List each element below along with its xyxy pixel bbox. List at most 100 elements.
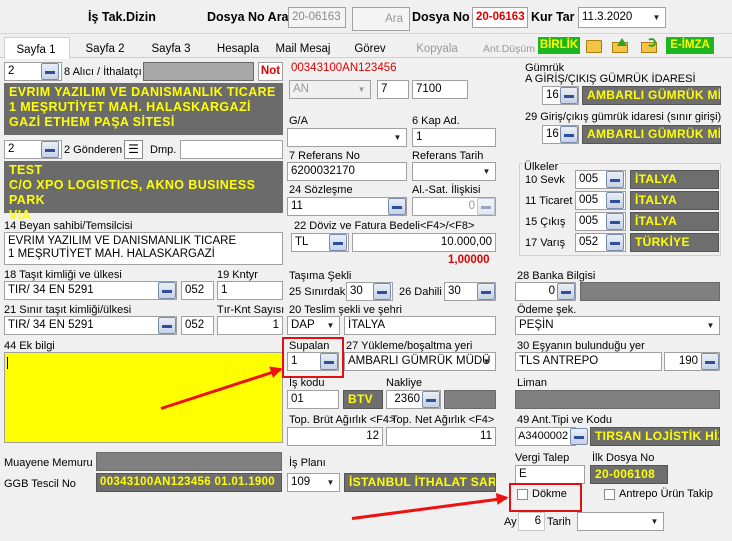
dosya-no-label: Dosya No (412, 10, 470, 24)
chevron-down-icon: ▼ (357, 85, 366, 94)
tab-sayfa-1[interactable]: Sayfa 1 (6, 41, 66, 59)
tasima-label: Taşıma Şekli (289, 270, 352, 282)
gonderen-address-block: TEST C/O XPO LOGISTICS, AKNO BUSINESS PAR… (4, 161, 283, 222)
sinir-tasit-lookup-button[interactable] (158, 317, 176, 334)
liman-field (515, 390, 720, 409)
ga-select[interactable]: ▼ (287, 128, 407, 147)
yukleme-value: AMBARLI GÜMRÜK MÜDÜ (348, 355, 491, 367)
kur-tar-select[interactable]: 11.3.2020 ▼ (578, 7, 666, 28)
annotation-arrow-dokme (351, 496, 507, 520)
tab-ant-dusum[interactable]: Ant.Düşüm (478, 40, 540, 58)
referans-tarih-select[interactable]: ▼ (412, 162, 496, 181)
ay-input[interactable]: 6 (518, 512, 545, 531)
ticaret-lookup-button[interactable] (606, 192, 624, 209)
alici-line-3: GAZİ ETHEM PAŞA SİTESİ (9, 115, 175, 129)
dokme-label: Dökme (532, 488, 567, 500)
esya-lookup-button[interactable] (701, 353, 719, 370)
ek-bilgi-textarea[interactable] (4, 352, 283, 443)
doviz-rate: 1,00000 (448, 254, 490, 266)
dokme-checkbox[interactable] (517, 489, 528, 500)
liman-label: Liman (517, 377, 547, 389)
sinirdaki-label: 25 Sınırdaki (289, 286, 348, 298)
tab-gorev[interactable]: Görev (345, 40, 395, 58)
e-imza-button[interactable]: E-İMZA (666, 37, 714, 54)
beyan-textarea[interactable]: EVRIM YAZILIM VE DANISMANLIK TICARE 1 MEŞ… (4, 232, 283, 265)
ga-label: G/A (289, 115, 308, 127)
sinir-tasit-country-input[interactable]: 052 (181, 316, 214, 335)
vergi-talep-input[interactable]: E (515, 465, 585, 484)
yukleme-select[interactable]: AMBARLI GÜMRÜK MÜDÜ ▼ (344, 352, 496, 371)
tarih-select[interactable]: ▼ (577, 512, 664, 531)
gumruk-lookup-button[interactable] (560, 87, 578, 104)
ilk-dosya-label: İlk Dosya No (592, 452, 655, 464)
list-icon[interactable]: ☰ (124, 140, 143, 159)
ant-tipi-lookup-button[interactable] (570, 428, 588, 445)
tir-knt-sayisi-input[interactable]: 1 (217, 316, 283, 335)
doviz-amount-input[interactable]: 10.000,00 (352, 233, 496, 252)
n7100-input[interactable]: 7100 (412, 80, 468, 99)
nakliye-lookup-button[interactable] (422, 391, 440, 408)
supalan-highlight-box (282, 337, 344, 378)
folder-open-icon[interactable] (586, 40, 602, 53)
gumruk-sub-label: A GİRİŞ/ÇIKIŞ GÜMRÜK İDARESİ (525, 73, 696, 85)
sinir-tasit-input[interactable]: TIR/ 34 EN 5291 (4, 316, 177, 335)
gumruk29-lookup-button[interactable] (560, 126, 578, 143)
sinirdaki-lookup-button[interactable] (373, 283, 391, 300)
dmp-input[interactable] (180, 140, 283, 159)
tab-mail-mesaj[interactable]: Mail Mesaj (270, 40, 336, 58)
ant-tipi-code-input[interactable]: A3400002 (515, 427, 576, 446)
n7-input[interactable]: 7 (377, 80, 409, 99)
gonderen-line-1: TEST (9, 163, 43, 177)
kap-input[interactable]: 1 (412, 128, 496, 147)
ticaret-name-field: İTALYA (630, 191, 719, 210)
teslim-city-input[interactable]: İTALYA (344, 316, 496, 335)
kntyr-input[interactable]: 1 (217, 281, 283, 300)
dmp-label: Dmp. (150, 144, 177, 156)
teslim-select[interactable]: DAP ▼ (287, 316, 340, 335)
dahili-lookup-button[interactable] (477, 283, 495, 300)
sozlesme-lookup-button[interactable] (388, 198, 406, 215)
folder-refresh-icon[interactable] (641, 38, 659, 54)
esya-input[interactable]: TLS ANTREPO (515, 352, 662, 371)
ilk-dosya-field: 20-006108 (590, 465, 668, 484)
chevron-down-icon: ▼ (393, 133, 402, 142)
ant-tipi-label: 49 Ant.Tipi ve Kodu (517, 414, 612, 426)
dosya-no-ara-input[interactable]: 20-06163 (288, 7, 346, 28)
folder-up-icon[interactable] (612, 38, 630, 54)
gonderen-lookup-button[interactable] (41, 141, 59, 158)
net-input[interactable]: 11 (386, 427, 496, 446)
varis-lookup-button[interactable] (606, 234, 624, 251)
is-plani-desc: İSTANBUL İTHALAT SARI (344, 473, 496, 492)
antrepo-checkbox[interactable] (604, 489, 615, 500)
alici-address-block: EVRIM YAZILIM VE DANISMANLIK TICARE 1 MEŞ… (4, 83, 283, 135)
app-title: İş Tak.Dizin (88, 10, 156, 24)
referans-input[interactable]: 6200032170 (287, 162, 407, 181)
is-kodu-input[interactable]: 01 (287, 390, 339, 409)
banka-gray-field (580, 282, 720, 301)
banka-lookup-button[interactable] (557, 283, 575, 300)
tasit-input[interactable]: TIR/ 34 EN 5291 (4, 281, 177, 300)
tarih-label: Tarih (547, 516, 571, 528)
an-select[interactable]: AN ▼ (289, 80, 371, 99)
birlik-button[interactable]: BİRLİK (538, 37, 580, 54)
doviz-lookup-button[interactable] (329, 234, 347, 251)
is-plani-select[interactable]: 109 ▼ (287, 473, 340, 492)
nakliye-gray-field (444, 390, 496, 409)
dosya-no-ara-label: Dosya No Ara (207, 10, 289, 24)
sevk-lookup-button[interactable] (606, 171, 624, 188)
ara-button[interactable]: Ara (352, 7, 410, 31)
not-button[interactable]: Not (258, 62, 283, 81)
tasit-country-input[interactable]: 052 (181, 281, 214, 300)
tab-hesapla[interactable]: Hesapla (208, 40, 268, 58)
sevk-label: 10 Sevk (525, 174, 565, 186)
tab-sayfa-3[interactable]: Sayfa 3 (142, 40, 200, 58)
cikis-lookup-button[interactable] (606, 213, 624, 230)
odeme-select[interactable]: PEŞİN ▼ (515, 316, 720, 335)
brut-input[interactable]: 12 (287, 427, 383, 446)
alsat-lookup-button[interactable] (477, 198, 495, 215)
tasit-lookup-button[interactable] (158, 282, 176, 299)
dosya-no-input[interactable]: 20-06163 (472, 7, 528, 28)
alici-lookup-button[interactable] (41, 63, 59, 80)
tab-sayfa-2[interactable]: Sayfa 2 (75, 40, 135, 58)
tab-kopyala[interactable]: Kopyala (410, 40, 464, 58)
